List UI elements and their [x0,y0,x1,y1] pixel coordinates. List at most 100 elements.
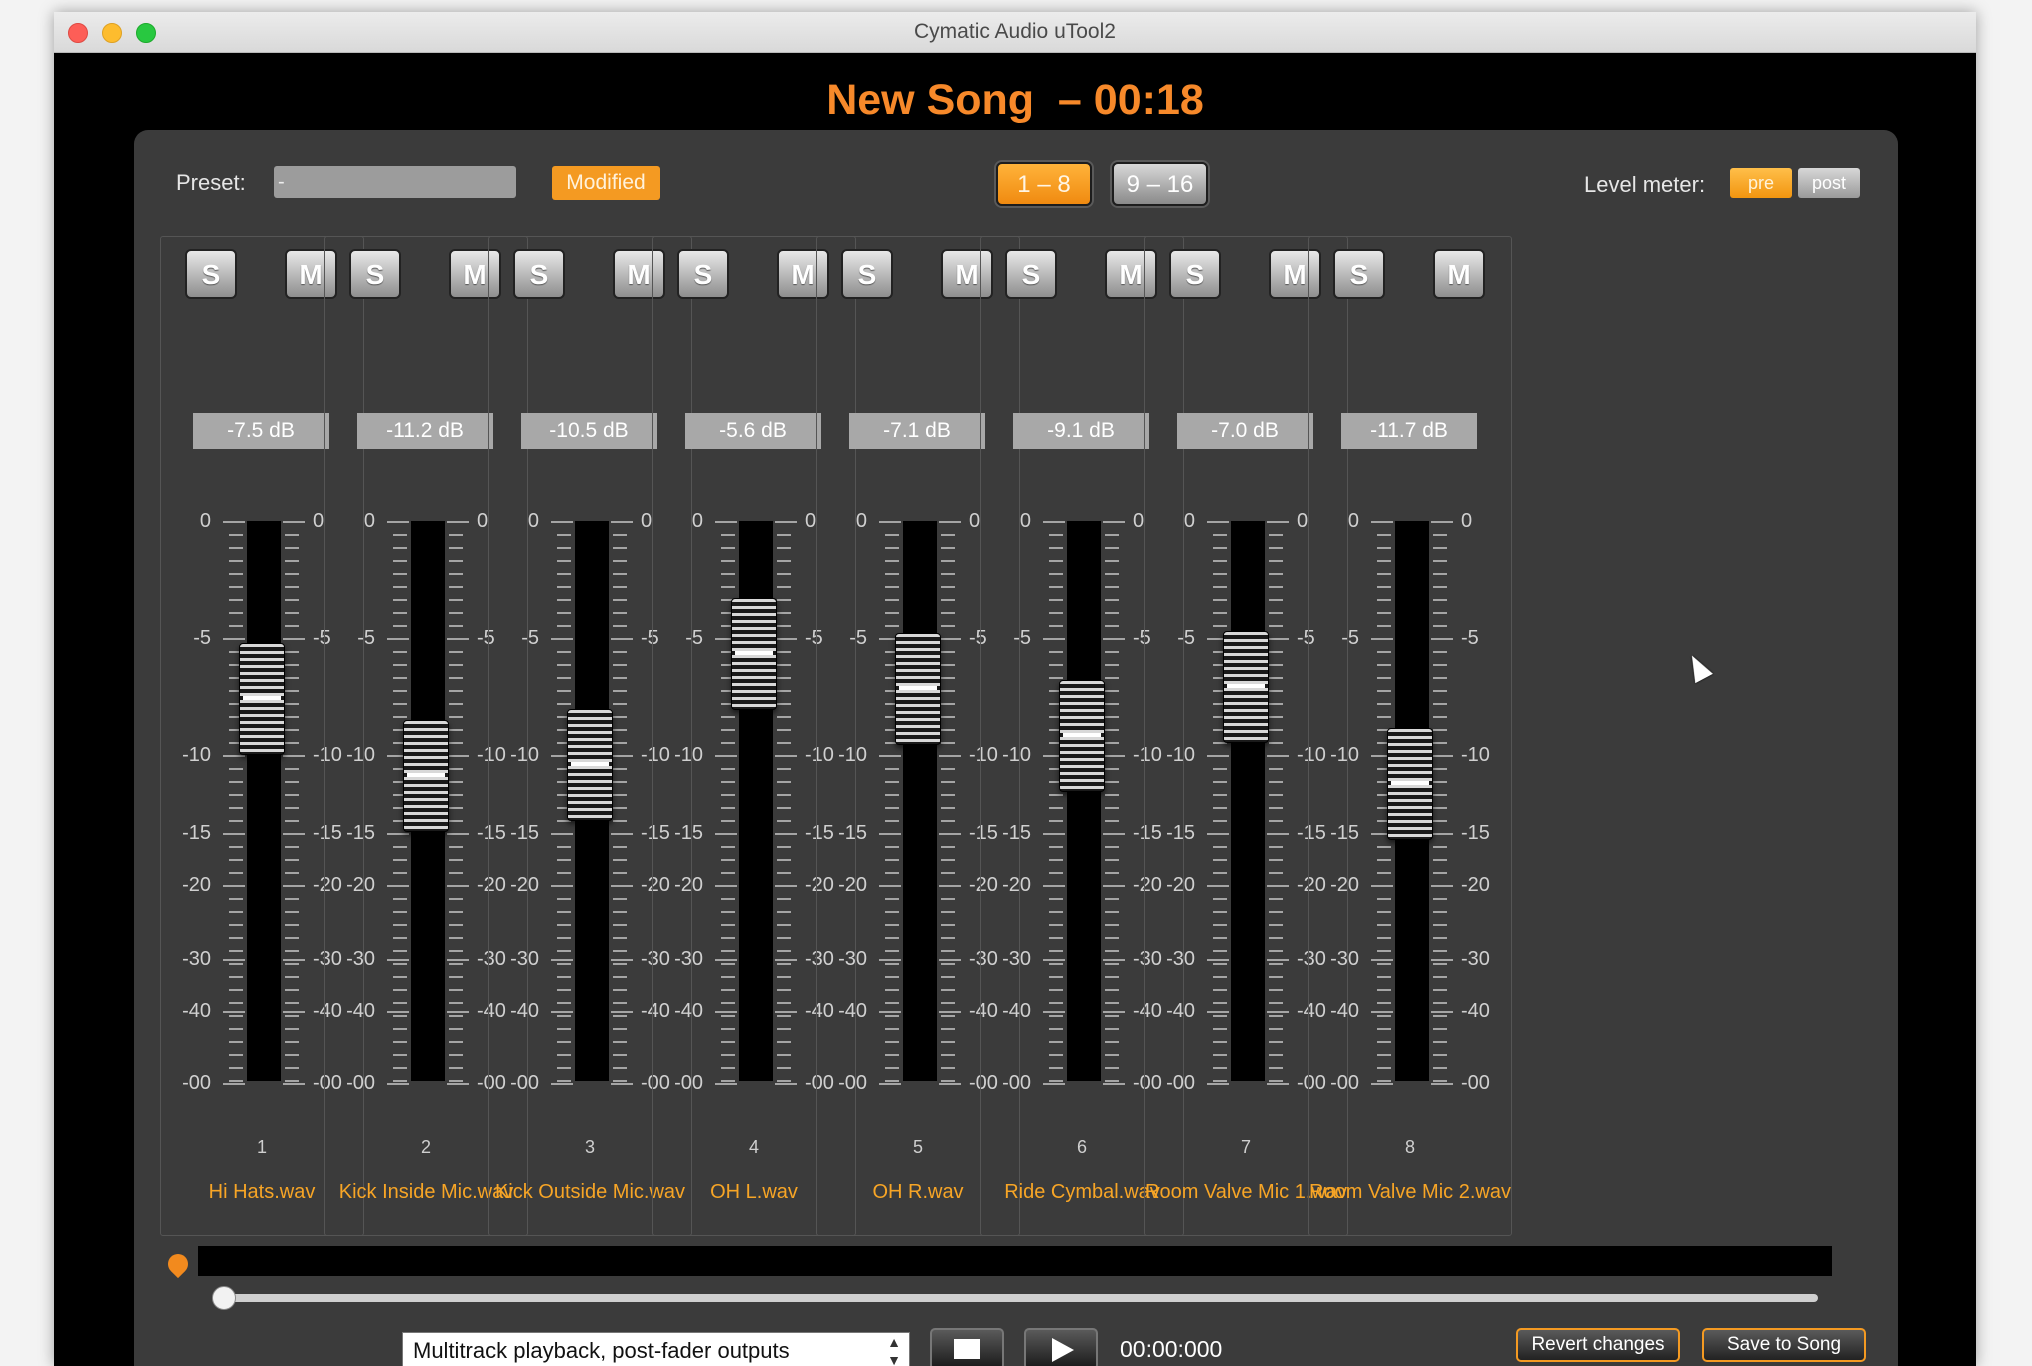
scale-tick [1433,1015,1447,1017]
scale-tick [1377,963,1391,965]
scale-tick [449,924,463,926]
scale-tick [449,846,463,848]
scale-tick [777,859,791,861]
solo-button[interactable]: S [1169,249,1221,299]
scale-major-tick [1431,959,1453,961]
scale-major-tick [879,755,901,757]
scale-tick [285,547,299,549]
scale-tick [613,1041,627,1043]
scale-tick [1105,1002,1119,1004]
fader-track[interactable] [1231,521,1265,1081]
scrub-slider-track[interactable] [224,1294,1818,1302]
fader-handle[interactable] [1387,727,1433,840]
scale-tick [1213,1028,1227,1030]
fader-track[interactable] [247,521,281,1081]
scale-tick [777,846,791,848]
scale-tick [557,534,571,536]
scale-label: -30 [1330,948,1359,970]
scale-major-tick [1267,755,1289,757]
play-icon [1052,1338,1074,1362]
solo-button[interactable]: S [841,249,893,299]
fader-handle[interactable] [403,719,449,832]
scale-tick [1213,1080,1227,1082]
solo-button[interactable]: S [677,249,729,299]
scale-tick [885,950,899,952]
scale-tick [777,1028,791,1030]
scrub-slider-knob[interactable] [212,1286,236,1310]
fader-track[interactable] [903,521,937,1081]
scale-tick [1377,898,1391,900]
solo-button[interactable]: S [513,249,565,299]
scale-tick [941,950,955,952]
scale-tick [613,872,627,874]
scale-tick [557,898,571,900]
scale-tick [1049,560,1063,562]
scale-tick [777,534,791,536]
fader-handle[interactable] [239,642,285,755]
save-to-song-button[interactable]: Save to Song [1702,1328,1866,1362]
window-title: Cymatic Audio uTool2 [914,20,1116,43]
solo-button[interactable]: S [1333,249,1385,299]
scale-tick [1105,729,1119,731]
level-meter-post-button[interactable]: post [1798,168,1860,198]
scale-major-tick [283,638,305,640]
solo-button[interactable]: S [1005,249,1057,299]
scale-tick [777,768,791,770]
scale-tick [449,690,463,692]
preset-field[interactable]: - [274,166,516,198]
scale-tick [393,924,407,926]
scale-tick [885,1028,899,1030]
scale-tick [285,573,299,575]
scale-tick [1433,1041,1447,1043]
scale-tick [1433,560,1447,562]
scale-tick [1213,768,1227,770]
bank-9-16-button[interactable]: 9 – 16 [1112,162,1208,206]
scale-tick [449,937,463,939]
scale-tick [1213,625,1227,627]
playhead-marker-icon[interactable] [163,1249,193,1279]
scale-label: 0 [1183,510,1195,532]
revert-changes-button[interactable]: Revert changes [1516,1328,1680,1362]
stop-button[interactable] [930,1328,1004,1366]
scale-label: 0 [1347,510,1359,532]
play-button[interactable] [1024,1328,1098,1366]
scale-tick [1269,898,1283,900]
scale-tick [885,560,899,562]
fader-handle[interactable] [1223,630,1269,743]
scale-major-tick [1371,1011,1393,1013]
scale-label: 0 [691,510,703,532]
mute-button[interactable]: M [1433,249,1485,299]
scale-tick [1377,547,1391,549]
scale-tick [941,976,955,978]
scale-tick [885,1054,899,1056]
scale-tick [1269,742,1283,744]
scale-tick [1105,612,1119,614]
scale-tick [721,781,735,783]
solo-button[interactable]: S [185,249,237,299]
scale-label: -5 [193,627,211,649]
playback-mode-select[interactable]: Multitrack playback, post-fader outputs … [402,1332,910,1366]
scale-tick [229,1028,243,1030]
scale-tick [1433,950,1447,952]
scale-major-tick [1103,885,1125,887]
scale-tick [557,1015,571,1017]
scale-tick [941,612,955,614]
timeline-bar[interactable] [198,1246,1832,1276]
fader-handle[interactable] [895,633,941,746]
scale-tick [941,664,955,666]
fader-handle[interactable] [731,598,777,711]
level-meter-pre-button[interactable]: pre [1730,168,1792,198]
bank-1-8-button[interactable]: 1 – 8 [996,162,1092,206]
scale-major-tick [1207,959,1229,961]
scale-tick [1049,1080,1063,1082]
scale-tick [393,859,407,861]
scale-tick [613,794,627,796]
fader-track[interactable] [1067,521,1101,1081]
scale-tick [393,690,407,692]
solo-button[interactable]: S [349,249,401,299]
scale-tick [941,1028,955,1030]
fader-handle[interactable] [567,708,613,821]
scale-label: -20 [510,874,539,896]
fader-handle[interactable] [1059,679,1105,792]
scale-label: -00 [674,1072,703,1094]
